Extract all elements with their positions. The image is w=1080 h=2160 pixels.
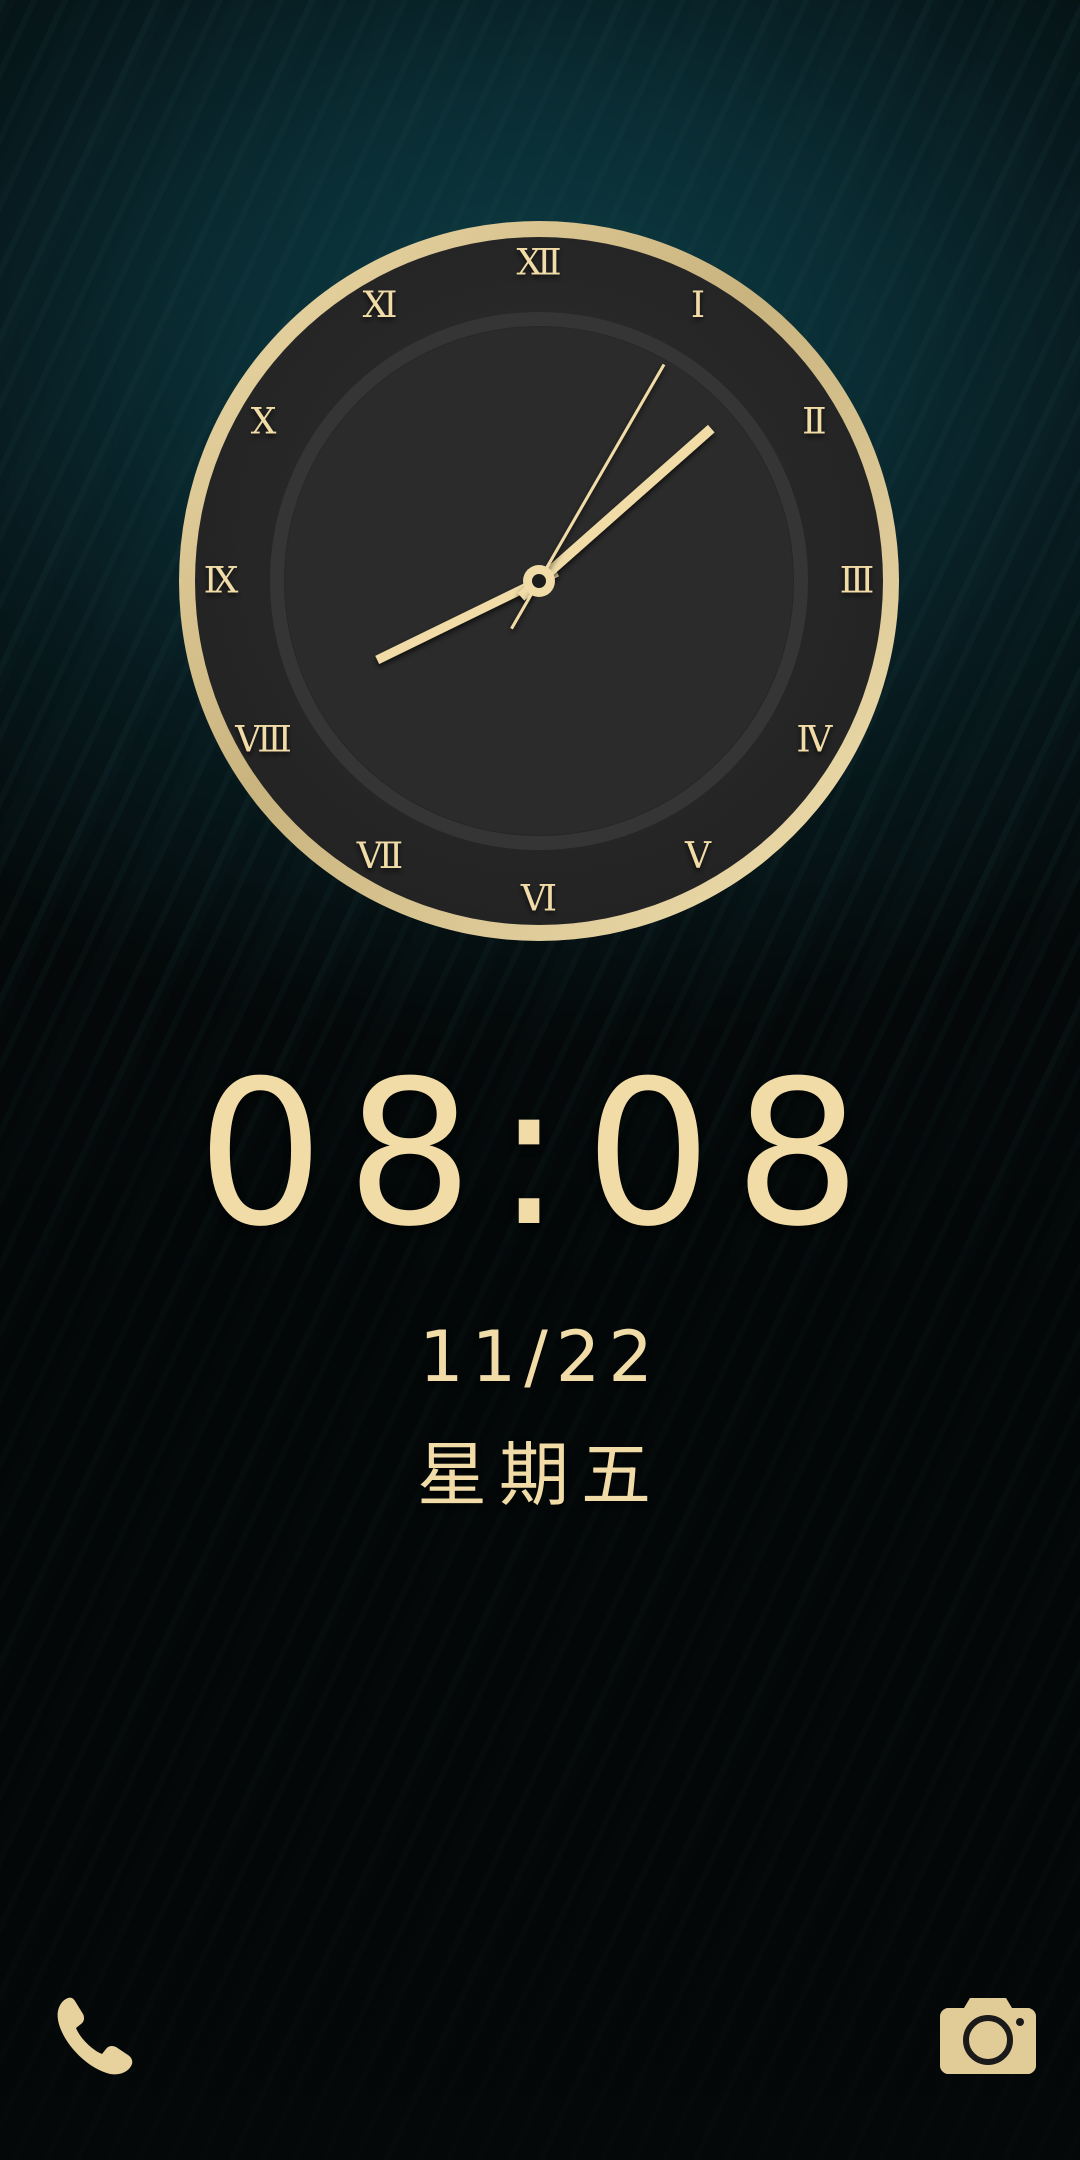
phone-shortcut-button[interactable] [50,1990,140,2080]
lock-screen: Ⅻ Ⅰ Ⅱ Ⅲ Ⅳ Ⅴ Ⅵ Ⅶ Ⅷ Ⅸ Ⅹ Ⅺ 08:08 11/22 星期五 [0,0,1080,2160]
clock-numeral-10: Ⅹ [251,402,277,443]
clock-numeral-11: Ⅺ [363,285,398,326]
camera-icon [940,1998,1036,2074]
clock-numeral-2: Ⅱ [802,402,826,443]
clock-numeral-6: Ⅵ [520,879,557,920]
clock-hub-pin [532,574,546,588]
clock-numeral-3: Ⅲ [840,561,875,602]
clock-numeral-1: Ⅰ [691,285,705,326]
clock-numeral-8: Ⅷ [234,720,292,761]
clock-numeral-9: Ⅸ [204,561,239,602]
clock-numeral-7: Ⅶ [356,836,403,877]
analog-clock: Ⅻ Ⅰ Ⅱ Ⅲ Ⅳ Ⅴ Ⅵ Ⅶ Ⅷ Ⅸ Ⅹ Ⅺ [178,220,900,942]
weekday-label: 星期五 [417,1434,663,1516]
phone-icon [57,1997,133,2075]
analog-clock-face: Ⅻ Ⅰ Ⅱ Ⅲ Ⅳ Ⅴ Ⅵ Ⅶ Ⅷ Ⅸ Ⅹ Ⅺ [179,221,899,941]
clock-numeral-4: Ⅳ [796,720,833,761]
digital-time: 08:08 [196,1038,884,1271]
camera-shortcut-button[interactable] [940,1990,1036,2074]
date-label: 11/22 [419,1316,661,1398]
clock-numeral-5: Ⅴ [684,836,712,877]
clock-numeral-12: Ⅻ [516,243,561,284]
